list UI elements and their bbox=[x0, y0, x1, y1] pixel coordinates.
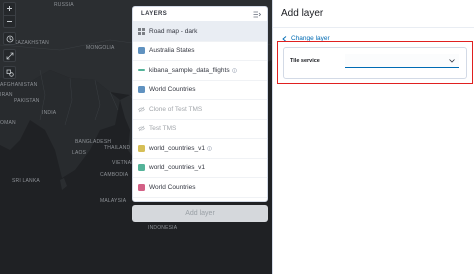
layers-title: LAYERS bbox=[141, 11, 168, 17]
tile-service-label: Tile service bbox=[290, 58, 320, 64]
tile-service-select[interactable] bbox=[345, 54, 459, 68]
map-label: KAZAKHSTAN bbox=[14, 40, 49, 46]
layer-item[interactable]: Road map - dark bbox=[133, 22, 267, 42]
timeslider-button[interactable] bbox=[3, 32, 16, 45]
layer-item[interactable]: kibana_sample_data_flights bbox=[133, 61, 267, 81]
layer-label: World Countries bbox=[149, 86, 196, 94]
layer-item[interactable]: Australia States bbox=[133, 42, 267, 61]
tools-button[interactable] bbox=[3, 66, 16, 79]
layer-label: World Countries bbox=[149, 183, 196, 191]
square-icon bbox=[138, 183, 145, 191]
map-label: INDONESIA bbox=[148, 225, 178, 231]
plus-icon bbox=[7, 6, 12, 12]
info-icon bbox=[231, 68, 237, 73]
line-icon bbox=[138, 69, 145, 72]
map-label: MONGOLIA bbox=[86, 45, 115, 51]
square-icon bbox=[138, 86, 145, 94]
add-layer-button[interactable]: Add layer bbox=[132, 205, 268, 222]
collapse-panel-icon[interactable] bbox=[253, 11, 261, 18]
grid-icon bbox=[138, 27, 145, 35]
eye-closed-icon bbox=[138, 126, 145, 132]
flyout-title: Add layer bbox=[281, 8, 324, 19]
layer-item[interactable]: World Countries bbox=[133, 178, 267, 198]
map-label: OMAN bbox=[0, 120, 16, 126]
clock-icon bbox=[6, 35, 13, 42]
expand-icon bbox=[6, 52, 13, 59]
tile-service-card: Tile service bbox=[283, 47, 467, 79]
map-label: AFGHANISTAN bbox=[0, 82, 38, 88]
map-label: THAILAND bbox=[104, 145, 131, 151]
layer-item[interactable]: World Countries bbox=[133, 81, 267, 100]
chevron-down-icon bbox=[449, 58, 455, 63]
layer-item[interactable]: Clone of Test TMS bbox=[133, 100, 267, 120]
map-label: RUSSIA bbox=[54, 2, 74, 8]
square-icon bbox=[138, 164, 145, 172]
square-icon bbox=[138, 47, 145, 55]
fullscreen-button[interactable] bbox=[3, 49, 16, 62]
zoom-in-button[interactable] bbox=[4, 3, 15, 16]
layer-label: Australia States bbox=[149, 47, 195, 55]
layer-item[interactable]: world_countries_v1 bbox=[133, 159, 267, 178]
map-label: PAKISTAN bbox=[14, 98, 40, 104]
map-label: MALAYSIA bbox=[100, 198, 127, 204]
add-layer-flyout: Add layer Change layer Tile service bbox=[272, 0, 474, 274]
map-label: CAMBODIA bbox=[100, 172, 129, 178]
map-label: IRAN bbox=[0, 92, 13, 98]
layers-header: LAYERS bbox=[133, 7, 267, 22]
map-label: LAOS bbox=[72, 150, 87, 156]
layer-item[interactable]: Road map bbox=[133, 198, 267, 202]
minus-icon bbox=[7, 20, 12, 22]
layer-item[interactable]: world_countries_v1 bbox=[133, 139, 267, 159]
zoom-out-button[interactable] bbox=[4, 16, 15, 28]
layer-label: world_countries_v1 bbox=[149, 164, 206, 172]
draw-shapes-icon bbox=[6, 69, 14, 77]
layer-label: Road map - dark bbox=[149, 27, 198, 35]
layer-list: Road map - dark Australia States kibana_sa… bbox=[133, 22, 267, 202]
layer-label: Test TMS bbox=[149, 125, 177, 133]
eye-closed-icon bbox=[138, 106, 145, 112]
info-icon bbox=[207, 146, 212, 151]
square-icon bbox=[138, 144, 145, 152]
map-controls bbox=[3, 2, 16, 79]
map-label: INDIA bbox=[42, 110, 57, 116]
layer-item[interactable]: Test TMS bbox=[133, 120, 267, 139]
zoom-controls bbox=[3, 2, 16, 28]
layers-panel: LAYERS Road map - dark Australia States ki… bbox=[132, 6, 268, 202]
layer-label: world_countries_v1 bbox=[149, 144, 206, 152]
layer-label: Clone of Test TMS bbox=[149, 105, 203, 113]
layer-label: kibana_sample_data_flights bbox=[149, 66, 230, 74]
map-label: SRI LANKA bbox=[12, 178, 40, 184]
divider bbox=[273, 27, 474, 28]
